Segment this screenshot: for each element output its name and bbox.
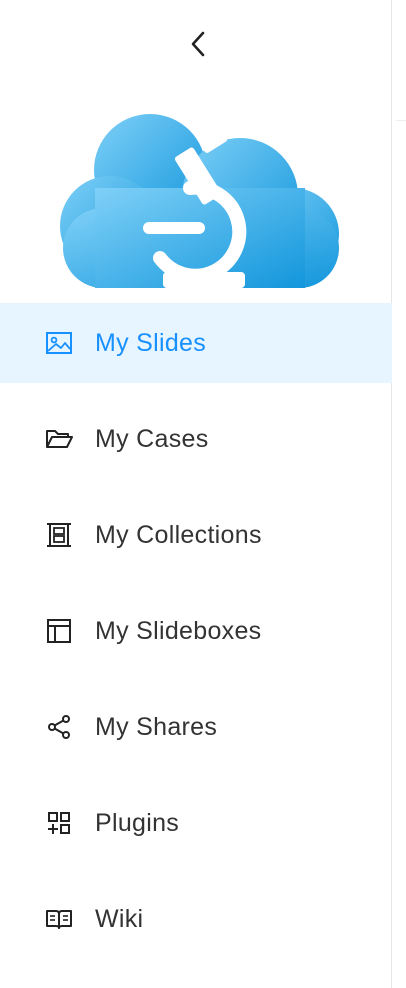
folder-open-icon [44, 424, 74, 454]
cloud-microscope-logo [60, 114, 339, 288]
menu-item-my-shares[interactable]: My Shares [0, 687, 392, 767]
menu-item-label: My Collections [95, 520, 262, 549]
menu-item-label: My Cases [95, 424, 209, 453]
menu-item-plugins[interactable]: Plugins [0, 783, 392, 863]
menu-item-my-cases[interactable]: My Cases [0, 399, 392, 479]
menu-item-my-slides[interactable]: My Slides [0, 303, 396, 383]
main-menu: My Slides My Cases My Collections My Sli… [0, 303, 396, 975]
collection-icon [44, 520, 74, 550]
image-icon [44, 328, 74, 358]
menu-item-label: Plugins [95, 808, 180, 837]
plugins-icon [44, 808, 74, 838]
content-edge [392, 0, 406, 988]
menu-item-label: My Slideboxes [95, 616, 262, 645]
divider [396, 120, 406, 121]
share-icon [44, 712, 74, 742]
collapse-sidebar-button[interactable] [178, 24, 218, 64]
slidebox-icon [44, 616, 74, 646]
menu-item-my-slideboxes[interactable]: My Slideboxes [0, 591, 392, 671]
menu-item-wiki[interactable]: Wiki [0, 879, 392, 959]
menu-item-label: My Shares [95, 712, 218, 741]
menu-item-label: My Slides [95, 328, 207, 357]
book-icon [44, 904, 74, 934]
chevron-left-icon [191, 31, 205, 57]
sidebar: My Slides My Cases My Collections My Sli… [0, 0, 396, 988]
menu-item-my-collections[interactable]: My Collections [0, 495, 392, 575]
menu-item-label: Wiki [95, 904, 144, 933]
